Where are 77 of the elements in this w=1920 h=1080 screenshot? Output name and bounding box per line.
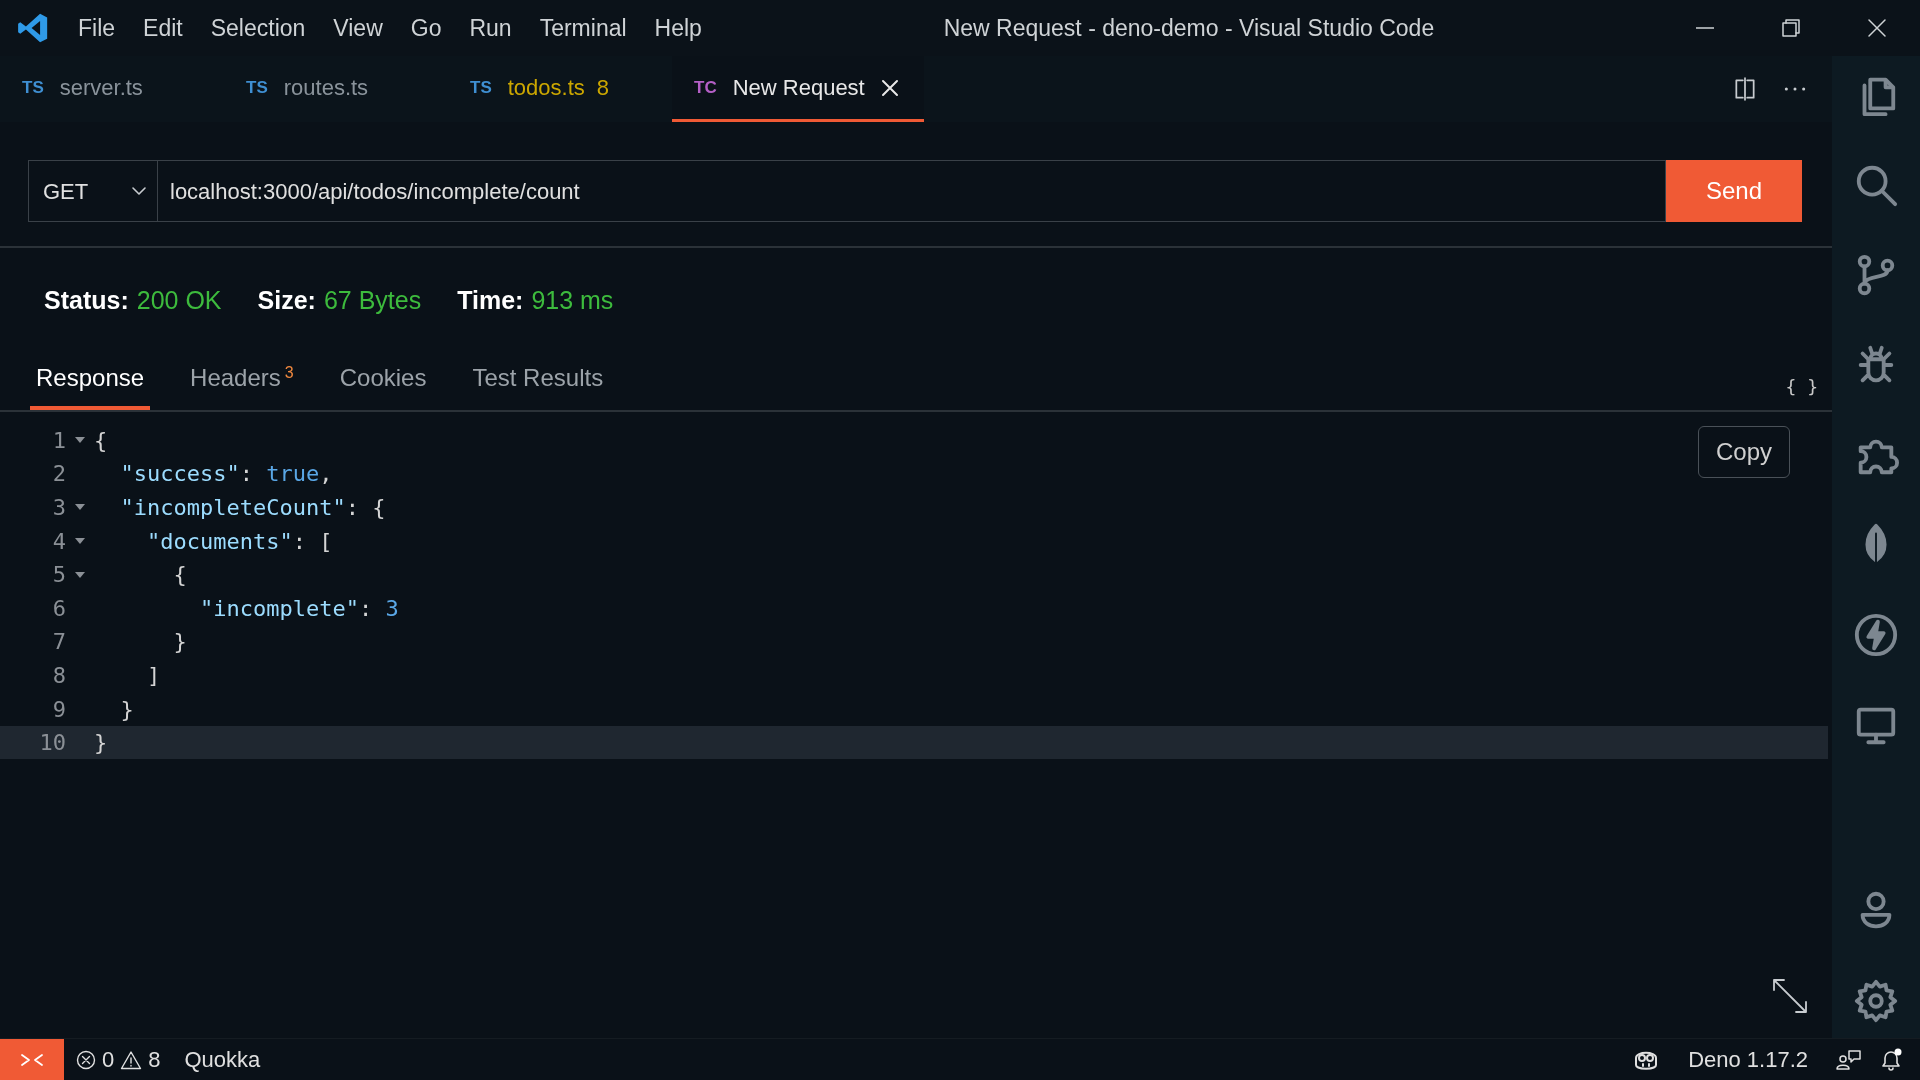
- remote-icon: [20, 1051, 44, 1068]
- code-line: "incomplete": 3: [198, 594, 399, 623]
- code-line: "success": true,: [119, 460, 333, 489]
- menu-item[interactable]: File: [64, 10, 130, 46]
- editor-tab[interactable]: TS server.ts: [0, 56, 224, 122]
- editor-tab[interactable]: TS todos.ts 8: [448, 56, 672, 122]
- code-line: "incompleteCount": {: [119, 494, 386, 522]
- code-line: }: [94, 729, 108, 758]
- menu-item[interactable]: Terminal: [525, 10, 641, 46]
- tab-label: routes.ts: [283, 74, 369, 102]
- problems-button[interactable]: 0 8: [64, 1043, 173, 1076]
- line-number: 8: [51, 661, 66, 690]
- copy-button[interactable]: Copy: [1698, 425, 1790, 478]
- split-editor-icon[interactable]: [1732, 76, 1758, 102]
- menu-item[interactable]: Help: [640, 10, 716, 46]
- line-number: 10: [38, 729, 66, 758]
- status-item[interactable]: Deno 1.17.2: [1676, 1043, 1820, 1076]
- info-label: Size:: [257, 285, 316, 316]
- expand-icon[interactable]: [1770, 976, 1810, 1016]
- menu-item[interactable]: Edit: [129, 10, 197, 46]
- info-value: 913 ms: [531, 285, 614, 316]
- response-tab[interactable]: Response: [30, 359, 151, 410]
- close-icon: [1867, 18, 1887, 38]
- editor-tab[interactable]: TS routes.ts: [224, 56, 448, 122]
- menu-item[interactable]: Run: [455, 10, 526, 46]
- line-number: 7: [51, 628, 66, 657]
- menu-item[interactable]: Selection: [196, 10, 320, 46]
- fold-caret-icon[interactable]: [74, 537, 86, 546]
- minimize-icon: [1696, 27, 1714, 29]
- close-icon[interactable]: [880, 78, 899, 97]
- error-icon: [76, 1049, 96, 1070]
- line-number: 9: [51, 695, 66, 724]
- tab-label: New Request: [732, 74, 865, 102]
- info-value: 67 Bytes: [323, 285, 422, 316]
- settings-icon[interactable]: [1853, 978, 1899, 1024]
- response-tab[interactable]: Headers $^{3}$: [184, 359, 300, 410]
- code-line: ]: [145, 661, 161, 690]
- response-tab[interactable]: Test Results: [466, 359, 610, 410]
- restore-icon: [1781, 18, 1801, 38]
- line-number: 2: [51, 460, 66, 489]
- info-label: Status:: [44, 285, 129, 316]
- warning-icon: [120, 1049, 143, 1070]
- response-tab[interactable]: Cookies: [333, 359, 433, 410]
- file-type-icon: TC: [694, 74, 717, 101]
- line-number: 6: [51, 594, 66, 623]
- status-item[interactable]: Quokka: [172, 1043, 273, 1076]
- vscode-logo-icon: [16, 11, 50, 45]
- code-line: }: [119, 695, 134, 724]
- remote-button[interactable]: [0, 1038, 64, 1080]
- tab-label: server.ts: [59, 74, 143, 102]
- feedback-icon[interactable]: [1836, 1047, 1862, 1072]
- line-number: 4: [51, 527, 66, 556]
- chevron-down-icon: [131, 186, 147, 196]
- window-title: New Request - deno-demo - Visual Studio Code: [943, 13, 1435, 43]
- code-line: "documents": [: [145, 527, 333, 556]
- method-dropdown[interactable]: GET: [28, 160, 158, 222]
- code-line: {: [94, 426, 108, 455]
- code-line: {: [172, 561, 187, 590]
- file-type-icon: TS: [246, 74, 268, 101]
- file-type-icon: TS: [22, 74, 44, 101]
- info-label: Time:: [457, 285, 524, 316]
- tab-label: todos.ts: [507, 74, 585, 102]
- line-number: 3: [51, 494, 66, 522]
- fold-caret-icon[interactable]: [74, 503, 86, 512]
- file-type-icon: TS: [470, 74, 492, 101]
- lightning-icon[interactable]: [1853, 612, 1899, 658]
- code-line: }: [172, 628, 187, 657]
- problem-count: 8: [596, 74, 610, 102]
- url-field[interactable]: localhost:3000/api/todos/incomplete/count: [158, 160, 1666, 222]
- fold-caret-icon[interactable]: [74, 570, 86, 579]
- line-number: 1: [51, 426, 66, 455]
- menu-item[interactable]: Go: [396, 10, 456, 46]
- info-value: 200 OK: [136, 285, 222, 316]
- line-number: 5: [51, 561, 66, 590]
- menu-item[interactable]: View: [319, 10, 397, 46]
- format-button[interactable]: { }: [1785, 372, 1818, 400]
- fold-caret-icon[interactable]: [74, 436, 86, 445]
